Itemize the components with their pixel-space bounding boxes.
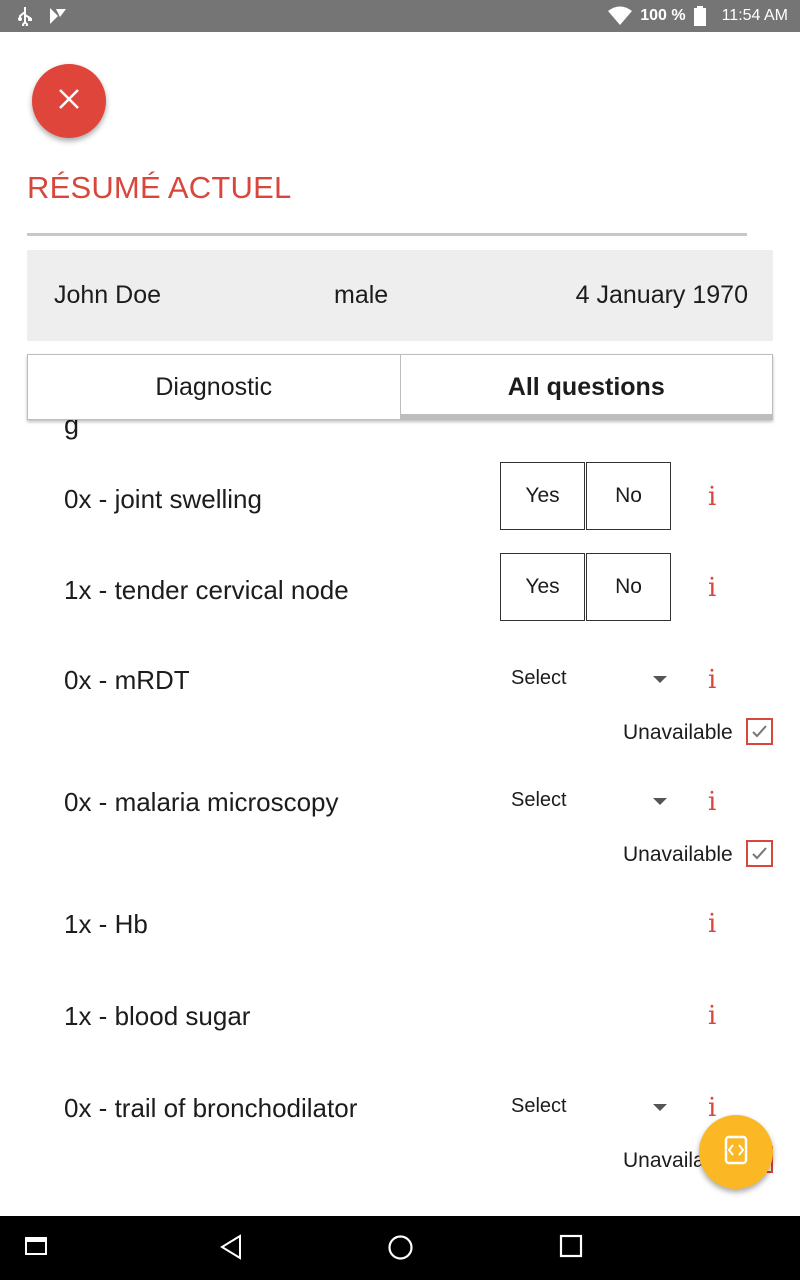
question-label: 0x - trail of bronchodilator bbox=[64, 1093, 358, 1123]
question-label: 0x - joint swelling bbox=[64, 484, 262, 514]
unavailable-label: Unavailable bbox=[623, 843, 733, 866]
battery-label: 100 % bbox=[640, 7, 686, 24]
patient-card: John Doe male 4 January 1970 bbox=[27, 250, 773, 341]
patient-name: John Doe bbox=[54, 281, 162, 309]
app-content: RÉSUMÉ ACTUEL John Doe male 4 January 19… bbox=[0, 32, 800, 1216]
close-icon bbox=[57, 87, 81, 116]
info-icon[interactable]: i bbox=[708, 665, 716, 695]
tab-diagnostic[interactable]: Diagnostic bbox=[28, 355, 401, 419]
info-icon[interactable]: i bbox=[708, 1001, 716, 1031]
navigation-bar bbox=[0, 1216, 800, 1280]
result-select[interactable]: Select bbox=[511, 789, 671, 819]
tab-bar: Diagnostic All questions bbox=[27, 354, 773, 420]
clock: 11:54 AM bbox=[721, 7, 788, 24]
select-value: Select bbox=[511, 789, 567, 811]
code-brackets-icon bbox=[723, 1135, 749, 1170]
overview-icon[interactable] bbox=[559, 1234, 583, 1263]
divider bbox=[27, 233, 747, 236]
yes-button[interactable]: Yes bbox=[500, 462, 585, 530]
info-icon[interactable]: i bbox=[708, 482, 716, 512]
no-button[interactable]: No bbox=[586, 553, 671, 621]
patient-gender: male bbox=[334, 281, 389, 309]
checkmark-icon bbox=[752, 725, 767, 738]
tab-all-questions-label: All questions bbox=[507, 372, 665, 401]
info-icon[interactable]: i bbox=[708, 787, 716, 817]
recent-apps-icon[interactable] bbox=[24, 1234, 48, 1263]
home-icon[interactable] bbox=[387, 1234, 414, 1266]
floating-action-button[interactable] bbox=[699, 1115, 773, 1189]
select-value: Select bbox=[511, 1095, 567, 1117]
tab-diagnostic-label: Diagnostic bbox=[155, 372, 273, 401]
info-icon[interactable]: i bbox=[708, 573, 716, 603]
question-label: 0x - mRDT bbox=[64, 665, 190, 695]
unavailable-checkbox[interactable] bbox=[746, 718, 773, 745]
no-button[interactable]: No bbox=[586, 462, 671, 530]
yes-no-toggle: Yes No bbox=[500, 553, 671, 621]
close-button[interactable] bbox=[32, 64, 106, 138]
info-icon[interactable]: i bbox=[708, 909, 716, 939]
usb-icon bbox=[16, 6, 34, 26]
result-select[interactable]: Select bbox=[511, 667, 671, 697]
back-icon[interactable] bbox=[218, 1234, 244, 1265]
select-value: Select bbox=[511, 667, 567, 689]
notification-icon bbox=[48, 6, 68, 26]
yes-button[interactable]: Yes bbox=[500, 553, 585, 621]
result-select[interactable]: Select bbox=[511, 1095, 671, 1125]
dropdown-arrow-icon bbox=[653, 798, 667, 805]
patient-birth-date: 4 January 1970 bbox=[575, 281, 748, 309]
question-label: 1x - tender cervical node bbox=[64, 575, 349, 605]
status-bar: 100 % 11:54 AM bbox=[0, 0, 800, 32]
wifi-icon bbox=[608, 6, 633, 26]
question-label: 1x - Hb bbox=[64, 909, 148, 939]
yes-no-toggle: Yes No bbox=[500, 462, 671, 530]
unavailable-checkbox[interactable] bbox=[746, 840, 773, 867]
dropdown-arrow-icon bbox=[653, 1104, 667, 1111]
info-icon[interactable]: i bbox=[708, 1093, 716, 1123]
question-label: 1x - blood sugar bbox=[64, 1001, 251, 1031]
battery-icon bbox=[693, 6, 706, 26]
dropdown-arrow-icon bbox=[653, 676, 667, 683]
tab-all-questions[interactable]: All questions bbox=[400, 355, 772, 419]
active-tab-indicator bbox=[400, 414, 772, 419]
question-label: 0x - malaria microscopy bbox=[64, 787, 339, 817]
checkmark-icon bbox=[752, 847, 767, 860]
unavailable-label: Unavailable bbox=[623, 721, 733, 744]
page-title: RÉSUMÉ ACTUEL bbox=[27, 170, 292, 205]
